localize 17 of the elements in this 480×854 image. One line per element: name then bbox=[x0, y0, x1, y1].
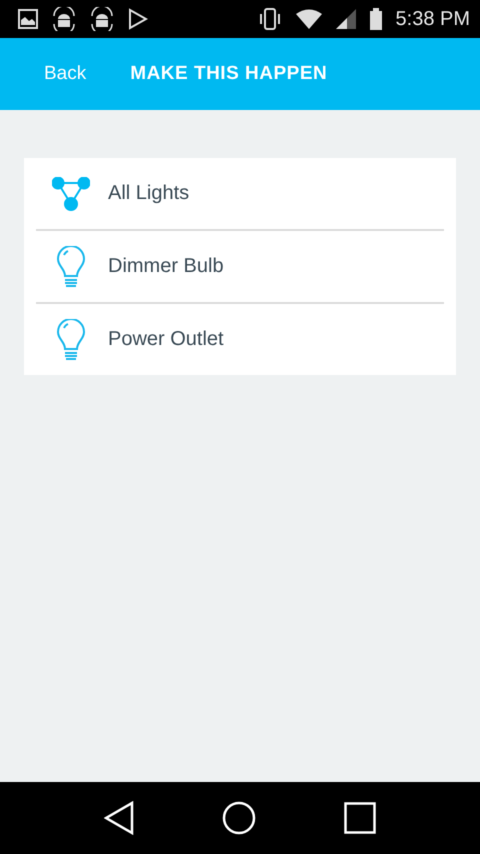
device-item[interactable]: Power Outlet bbox=[36, 302, 444, 375]
page-title: MAKE THIS HAPPEN bbox=[130, 63, 328, 85]
signal-icon bbox=[336, 9, 356, 29]
wifi-icon bbox=[296, 9, 322, 29]
network-icon bbox=[52, 176, 90, 210]
battery-icon bbox=[370, 8, 382, 30]
android-sync-icon bbox=[52, 7, 76, 31]
device-item[interactable]: Dimmer Bulb bbox=[36, 229, 444, 302]
recents-nav-icon[interactable] bbox=[344, 802, 376, 834]
device-item[interactable]: All Lights bbox=[36, 158, 444, 229]
play-store-icon bbox=[128, 8, 148, 30]
clock-time: 5:38 PM bbox=[396, 8, 470, 30]
vibrate-icon bbox=[258, 8, 282, 30]
back-nav-icon[interactable] bbox=[104, 801, 134, 835]
image-icon bbox=[18, 9, 38, 29]
android-sync-icon bbox=[90, 7, 114, 31]
home-nav-icon[interactable] bbox=[222, 801, 256, 835]
